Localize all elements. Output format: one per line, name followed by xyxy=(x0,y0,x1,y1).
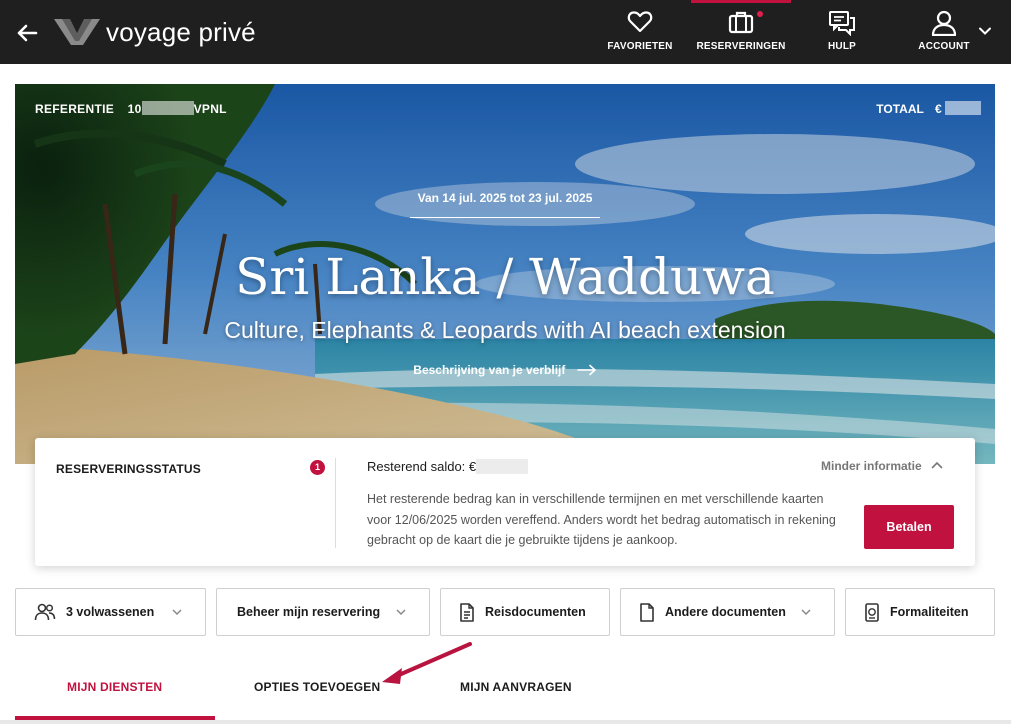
nav-active-indicator xyxy=(691,0,791,3)
logo-text: voyage privé xyxy=(106,16,256,47)
chevron-down-icon xyxy=(171,606,183,621)
chevron-up-icon xyxy=(931,459,943,473)
suitcase-icon xyxy=(728,10,754,39)
trip-hero-banner: REFERENTIE 10 VPNL TOTAAL € Van 14 jul. 2… xyxy=(15,84,995,464)
voyage-prive-logo[interactable]: voyage privé xyxy=(54,17,256,47)
nav-hulp-label: HULP xyxy=(827,41,857,52)
total-currency: € xyxy=(934,102,942,116)
travel-documents-button[interactable]: Reisdocumenten xyxy=(440,588,610,636)
booking-reference: REFERENTIE 10 VPNL xyxy=(35,101,227,116)
less-info-label: Minder informatie xyxy=(821,459,922,473)
other-documents-dropdown[interactable]: Andere documenten xyxy=(620,588,835,636)
heart-icon xyxy=(627,10,653,39)
document-icon xyxy=(459,602,475,622)
redacted-total xyxy=(945,101,981,115)
trip-dates: Van 14 jul. 2025 tot 23 jul. 2025 xyxy=(417,191,593,205)
passport-icon xyxy=(864,602,880,622)
chevron-down-icon[interactable] xyxy=(978,24,992,43)
tabs-divider xyxy=(0,720,1011,724)
remaining-balance: Resterend saldo: € xyxy=(367,459,529,474)
people-icon xyxy=(34,603,56,621)
nav-hulp[interactable]: HULP xyxy=(792,0,892,64)
formalities-button[interactable]: Formaliteiten xyxy=(845,588,995,636)
other-documents-label: Andere documenten xyxy=(665,605,786,619)
annotation-arrow-icon xyxy=(378,638,478,693)
total-label: TOTAAL xyxy=(876,102,924,116)
remaining-balance-label: Resterend saldo: € xyxy=(367,459,477,474)
nav-reserveringen[interactable]: RESERVERINGEN xyxy=(691,0,791,64)
manage-reservation-label: Beheer mijn reservering xyxy=(237,605,381,619)
vertical-divider xyxy=(335,458,336,548)
reference-value-end: VPNL xyxy=(193,102,227,116)
chat-icon xyxy=(828,10,856,41)
pay-button[interactable]: Betalen xyxy=(864,505,954,549)
redacted-reference xyxy=(141,101,194,115)
formalities-label: Formaliteiten xyxy=(890,605,969,619)
reservation-tabs: MIJN DIENSTEN OPTIES TOEVOEGEN MIJN AANV… xyxy=(0,660,1011,724)
notification-dot xyxy=(757,11,763,17)
file-icon xyxy=(639,602,655,622)
chevron-down-icon xyxy=(800,606,812,621)
redacted-balance xyxy=(476,459,529,474)
booking-total: TOTAAL € xyxy=(876,101,981,116)
reference-label: REFERENTIE xyxy=(35,102,115,116)
travelers-dropdown[interactable]: 3 volwassenen xyxy=(15,588,206,636)
trip-title: Sri Lanka / Wadduwa xyxy=(235,248,775,306)
status-title: RESERVERINGSSTATUS xyxy=(56,462,201,476)
description-link[interactable]: Beschrijving van je verblijf xyxy=(15,363,995,379)
back-arrow-icon[interactable] xyxy=(14,20,40,46)
nav-reserveringen-label: RESERVERINGEN xyxy=(696,41,786,52)
tab-opties-toevoegen[interactable]: OPTIES TOEVOEGEN xyxy=(254,680,380,694)
status-badge: 1 xyxy=(310,460,325,475)
nav-favorieten[interactable]: FAVORIETEN xyxy=(590,0,690,64)
trip-subtitle: Culture, Elephants & Leopards with AI be… xyxy=(224,317,786,343)
reference-value-start: 10 xyxy=(127,102,142,116)
logo-v-mark-icon xyxy=(54,19,100,45)
travel-documents-label: Reisdocumenten xyxy=(485,605,586,619)
chevron-down-icon xyxy=(395,606,407,621)
description-link-label: Beschrijving van je verblijf xyxy=(413,363,566,377)
payment-info-text: Het resterende bedrag kan in verschillen… xyxy=(367,492,836,547)
dates-underline xyxy=(410,217,600,218)
arrow-right-icon xyxy=(576,364,597,379)
nav-favorieten-label: FAVORIETEN xyxy=(607,41,673,52)
reservation-status-card: RESERVERINGSSTATUS 1 Resterend saldo: € … xyxy=(35,438,975,566)
top-navigation-bar: voyage privé FAVORIETEN RESERVERINGEN HU… xyxy=(0,0,1011,64)
user-icon xyxy=(931,10,957,41)
manage-reservation-dropdown[interactable]: Beheer mijn reservering xyxy=(216,588,430,636)
less-info-toggle[interactable]: Minder informatie xyxy=(821,459,943,473)
tab-mijn-diensten[interactable]: MIJN DIENSTEN xyxy=(67,680,162,694)
travelers-label: 3 volwassenen xyxy=(66,605,155,619)
